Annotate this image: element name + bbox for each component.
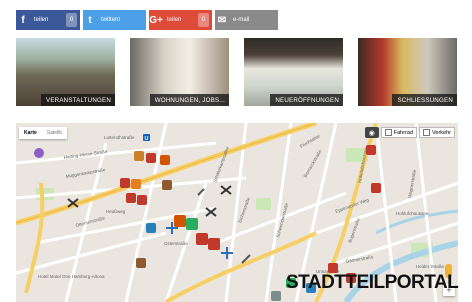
shop-marker-icon [371, 183, 381, 193]
shop-marker-icon [366, 145, 376, 155]
tile-caption: SCHLIESSUNGEN [392, 94, 457, 106]
tile-events[interactable]: VERANSTALTUNGEN [16, 38, 115, 106]
tile-housing-jobs[interactable]: WOHNUNGEN, JOBS... [130, 38, 229, 106]
map-layer-controls: ◉ Fahrrad Verkehr [364, 127, 455, 138]
map-type-satellite-button[interactable]: Satellit [42, 127, 67, 139]
street-label: Schäferkampsallee [212, 145, 230, 183]
street-label: Heußweg [106, 209, 126, 214]
traffic-layer-toggle[interactable]: Verkehr [419, 127, 455, 138]
facebook-share-label: teilen [34, 17, 49, 23]
googleplus-share-button[interactable]: G+ teilen 0 [149, 10, 212, 30]
tile-closings[interactable]: SCHLIESSUNGEN [358, 38, 457, 106]
shop-marker-icon [208, 238, 220, 250]
street-label: Eichenstraße [237, 196, 251, 223]
restaurant-marker-icon [162, 180, 172, 190]
map-type-map-button[interactable]: Karte [19, 127, 42, 139]
cafe-marker-icon [134, 151, 144, 161]
email-share-label: e-mail [233, 17, 250, 23]
email-share-button[interactable]: ✉ e-mail [215, 10, 278, 30]
shop-marker-icon [196, 233, 208, 245]
camera-icon[interactable]: ◉ [364, 127, 379, 138]
tile-caption: NEUERÖFFNUNGEN [270, 94, 343, 106]
restaurant-marker-icon [136, 258, 146, 268]
shop-marker-icon [174, 215, 186, 227]
street-label: Müggenkampstraße [65, 167, 106, 179]
street-label: Heider Straße [416, 264, 445, 269]
street-label: Gärtnerstraße [345, 254, 374, 264]
closed-marker-icon [220, 185, 232, 195]
traffic-layer-label: Verkehr [432, 129, 451, 136]
house-marker-icon [146, 223, 156, 233]
twitter-share-button[interactable]: t twittern [83, 10, 146, 30]
tile-caption: WOHNUNGEN, JOBS... [149, 94, 229, 106]
map-type-control[interactable]: Karte Satellit [19, 127, 67, 139]
googleplus-share-label: teilen [167, 17, 182, 23]
shop-marker-icon [146, 153, 156, 163]
street-label: Lutterothstraße [104, 135, 135, 140]
shop-marker-icon [137, 195, 147, 205]
twitter-icon: t [88, 14, 92, 26]
googleplus-icon: G+ [149, 14, 163, 26]
shop-marker-icon [126, 193, 136, 203]
brand-logo: STADTTEILPORTAL [286, 272, 459, 293]
googleplus-share-count: 0 [198, 13, 209, 27]
street-label: Wagnerstraße [407, 169, 417, 198]
email-icon: ✉ [217, 14, 227, 26]
park-area [256, 198, 271, 210]
street-label: Bismarckstraße [303, 149, 323, 179]
tile-openings[interactable]: NEUERÖFFNUNGEN [244, 38, 343, 106]
street-label: Hohlufchaussee [396, 211, 429, 216]
bike-layer-toggle[interactable]: Fahrrad [380, 127, 418, 138]
tile-caption: VERANSTALTUNGEN [41, 94, 115, 106]
checkbox-icon[interactable] [423, 129, 431, 136]
shop-marker-icon [131, 179, 141, 189]
flower-shop-marker-icon [34, 148, 44, 158]
twitter-share-label: twittern [101, 17, 121, 23]
street-label: Hotel Motel One Hamburg-Altona [38, 274, 105, 279]
facebook-share-button[interactable]: f teilen 0 [16, 10, 80, 30]
shop-marker-icon [186, 218, 198, 230]
street-label: Fruchtallee [299, 133, 321, 149]
bike-layer-label: Fahrrad [393, 129, 414, 136]
facebook-icon: f [21, 14, 25, 26]
vehicle-marker-icon [271, 291, 281, 301]
svg-text:U: U [145, 136, 149, 142]
checkbox-icon[interactable] [384, 129, 392, 136]
shop-marker-icon [120, 178, 130, 188]
street-label: Osterstraße [164, 241, 188, 246]
street-label: Ottersenstraße [75, 215, 106, 228]
facebook-share-count: 0 [66, 13, 77, 27]
shop-marker-icon [160, 155, 170, 165]
